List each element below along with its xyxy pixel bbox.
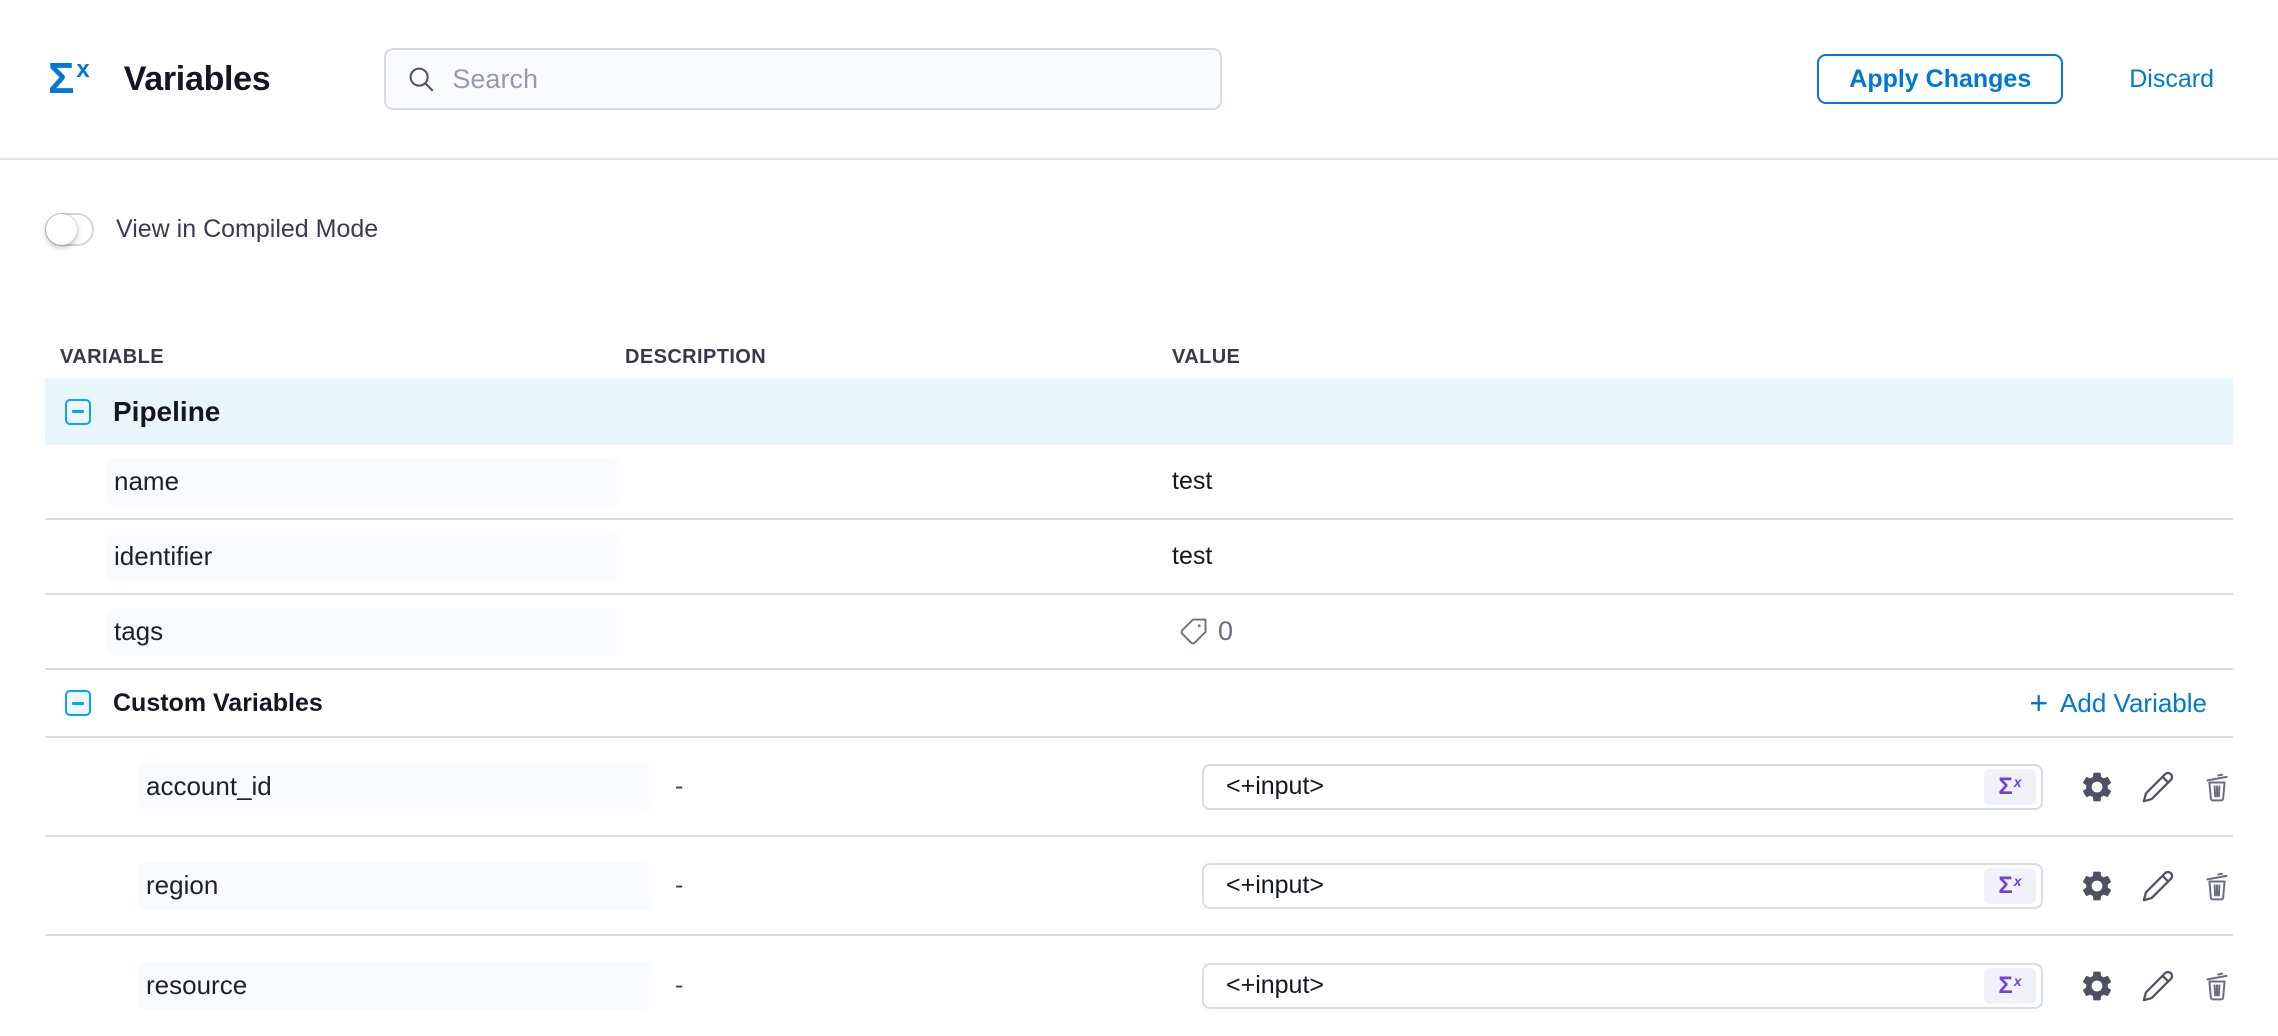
variable-name: account_id — [146, 771, 272, 802]
discard-link[interactable]: Discard — [2129, 65, 2214, 94]
search-box[interactable] — [384, 48, 1222, 110]
settings-gear-button[interactable] — [2079, 968, 2115, 1004]
tags-value: 0 — [1172, 616, 2233, 647]
column-header-value: VALUE — [1172, 346, 2233, 369]
variable-value: test — [1172, 542, 1212, 570]
table-row-resource: resource - <+input> Σx — [45, 936, 2233, 1035]
edit-pencil-button[interactable] — [2141, 969, 2175, 1003]
table-row-tags: tags 0 — [45, 595, 2233, 670]
page-title: Variables — [124, 60, 271, 99]
tag-icon — [1178, 617, 1208, 647]
trash-icon — [2201, 771, 2233, 803]
add-variable-label: Add Variable — [2060, 688, 2207, 719]
toggle-knob — [46, 214, 77, 245]
trash-icon — [2201, 970, 2233, 1002]
value-input[interactable]: <+input> Σx — [1202, 764, 2043, 810]
tags-count: 0 — [1218, 616, 1233, 647]
table-row-account-id: account_id - <+input> Σx — [45, 738, 2233, 837]
table-row-name: name test — [45, 445, 2233, 520]
table-row-identifier: identifier test — [45, 520, 2233, 595]
variable-name: identifier — [114, 541, 212, 572]
value-input[interactable]: <+input> Σx — [1202, 963, 2043, 1009]
variable-name: region — [146, 870, 218, 901]
row-actions — [2079, 968, 2233, 1004]
variables-panel: View in Compiled Mode VARIABLE DESCRIPTI… — [0, 212, 2278, 1035]
gear-icon — [2079, 868, 2115, 904]
compiled-mode-toggle[interactable] — [45, 213, 94, 246]
variable-name: name — [114, 466, 179, 497]
variable-name-pill: resource — [138, 962, 652, 1010]
variable-description: - — [620, 971, 1172, 1000]
search-icon — [406, 64, 436, 94]
pencil-icon — [2141, 770, 2175, 804]
variable-name-pill: name — [106, 458, 620, 506]
section-title: Pipeline — [113, 396, 220, 428]
runtime-input-sigma-badge[interactable]: Σx — [1984, 868, 2036, 904]
variable-value: test — [1172, 467, 1212, 495]
collapse-minus-icon[interactable] — [65, 399, 91, 425]
table-row-region: region - <+input> Σx — [45, 837, 2233, 936]
variable-description: - — [620, 871, 1172, 900]
compiled-mode-label: View in Compiled Mode — [116, 215, 378, 244]
delete-trash-button[interactable] — [2201, 970, 2233, 1002]
variable-name-pill: identifier — [106, 533, 620, 581]
runtime-input-sigma-badge[interactable]: Σx — [1984, 769, 2036, 805]
compiled-mode-row: View in Compiled Mode — [45, 212, 2233, 246]
delete-trash-button[interactable] — [2201, 771, 2233, 803]
variable-name-pill: region — [138, 862, 652, 910]
variable-name: resource — [146, 970, 247, 1001]
trash-icon — [2201, 870, 2233, 902]
variable-description: - — [620, 772, 1172, 801]
add-variable-button[interactable]: + Add Variable — [2029, 687, 2207, 719]
column-header-variable: VARIABLE — [45, 346, 620, 369]
gear-icon — [2079, 968, 2115, 1004]
settings-gear-button[interactable] — [2079, 769, 2115, 805]
table-header-row: VARIABLE DESCRIPTION VALUE — [45, 336, 2233, 378]
search-input[interactable] — [452, 64, 1200, 95]
gear-icon — [2079, 769, 2115, 805]
apply-changes-button[interactable]: Apply Changes — [1817, 54, 2063, 104]
pencil-icon — [2141, 969, 2175, 1003]
row-actions — [2079, 868, 2233, 904]
plus-icon: + — [2029, 687, 2048, 719]
section-header-custom-variables[interactable]: Custom Variables + Add Variable — [45, 670, 2233, 738]
variable-name: tags — [114, 616, 163, 647]
section-header-pipeline[interactable]: Pipeline — [45, 378, 2233, 445]
column-header-description: DESCRIPTION — [620, 346, 1172, 369]
variable-name-pill: tags — [106, 608, 620, 656]
pencil-icon — [2141, 869, 2175, 903]
page-header: Σx Variables Apply Changes Discard — [0, 0, 2278, 160]
runtime-input-sigma-badge[interactable]: Σx — [1984, 968, 2036, 1004]
settings-gear-button[interactable] — [2079, 868, 2115, 904]
delete-trash-button[interactable] — [2201, 870, 2233, 902]
edit-pencil-button[interactable] — [2141, 869, 2175, 903]
section-title: Custom Variables — [113, 689, 323, 718]
variable-name-pill: account_id — [138, 763, 652, 811]
collapse-minus-icon[interactable] — [65, 690, 91, 716]
variables-sigma-icon: Σx — [48, 57, 90, 101]
value-input[interactable]: <+input> Σx — [1202, 863, 2043, 909]
row-actions — [2079, 769, 2233, 805]
edit-pencil-button[interactable] — [2141, 770, 2175, 804]
